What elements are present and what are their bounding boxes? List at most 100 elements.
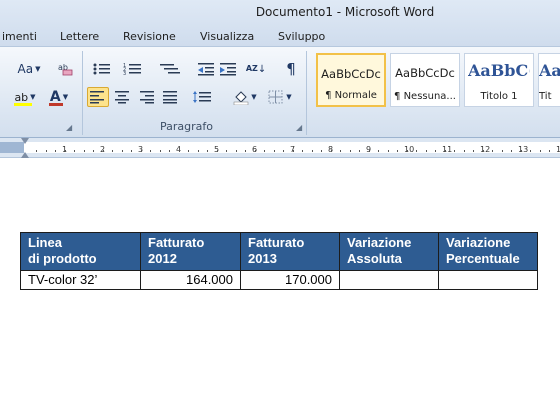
paragraph-group-label: Paragrafo <box>160 120 213 133</box>
header-cell[interactable]: Fatturato 2012 <box>140 232 241 271</box>
pilcrow-icon: ¶ <box>286 60 296 78</box>
tab-visualizza[interactable]: Visualizza <box>200 29 254 46</box>
line-spacing-button[interactable] <box>188 87 218 107</box>
sort-arrow-icon: ↓ <box>257 63 267 75</box>
style-sample: AaB <box>539 61 560 80</box>
ruler-tick <box>473 150 474 152</box>
shading-button[interactable]: ▼ <box>230 87 260 107</box>
change-case-label: Aa <box>17 62 34 76</box>
style-sample: AaBbCcDc <box>395 66 455 80</box>
header-line: Percentuale <box>446 251 520 266</box>
ruler-tick <box>425 150 427 152</box>
ruler-tick <box>511 150 512 152</box>
hanging-indent-marker[interactable] <box>21 152 29 158</box>
style-normale[interactable]: AaBbCcDc ¶ Normale <box>316 53 386 107</box>
font-color-button[interactable]: A ▼ <box>44 87 74 107</box>
numbering-button[interactable]: 123 <box>118 59 148 79</box>
ruler-tick <box>378 150 379 152</box>
table-cell[interactable] <box>339 270 439 290</box>
title-bar: Documento1 - Microsoft Word imenti Lette… <box>0 0 560 46</box>
sort-icon: AZ <box>245 64 258 73</box>
ruler-tick <box>444 150 446 152</box>
align-center-button[interactable] <box>111 87 133 107</box>
header-line: 2012 <box>148 251 177 266</box>
ruler-tick <box>207 150 208 152</box>
ruler-tick <box>74 150 75 152</box>
bullets-button[interactable] <box>88 59 116 79</box>
ruler-tick <box>264 150 265 152</box>
ruler-tick <box>102 150 104 152</box>
ruler-tick <box>549 150 550 152</box>
table-cell[interactable]: 170.000 <box>240 270 340 290</box>
ruler-tick <box>321 150 322 152</box>
show-formatting-button[interactable]: ¶ <box>280 59 302 79</box>
table-header-row: Linea di prodotto Fatturato 2012 Fatturato… <box>20 232 538 271</box>
header-cell[interactable]: Variazione Assoluta <box>339 232 439 271</box>
ruler-tick <box>311 150 313 152</box>
ruler-tick <box>150 150 151 152</box>
ribbon: Aa ▼ ab ab ▼ A ▼ ◢ 123 AZ ↓ ¶ ▼ ▼ Paragr… <box>0 46 560 138</box>
first-line-indent-marker[interactable] <box>21 138 29 144</box>
increase-indent-button[interactable] <box>218 59 238 79</box>
style-titolo-1[interactable]: AaBbC( Titolo 1 <box>464 53 534 107</box>
style-sample: AaBbCcDc <box>321 67 381 81</box>
table-cell[interactable]: TV-color 32’ <box>20 270 141 290</box>
tab-sviluppo[interactable]: Sviluppo <box>278 29 325 46</box>
chevron-down-icon: ▼ <box>62 93 69 101</box>
ruler-tick <box>359 150 360 152</box>
multilevel-list-button[interactable] <box>154 59 188 79</box>
header-line: di prodotto <box>28 251 97 266</box>
header-line: Linea <box>28 235 62 250</box>
style-label: Titolo 1 <box>480 91 518 102</box>
ruler-tick <box>416 150 417 152</box>
highlight-color-button[interactable]: ab ▼ <box>8 87 42 107</box>
ruler-tick <box>140 150 142 152</box>
line-spacing-icon <box>193 91 211 103</box>
header-cell[interactable]: Linea di prodotto <box>20 232 141 271</box>
clear-formatting-icon: ab <box>58 63 73 76</box>
ruler-tick <box>226 150 227 152</box>
decrease-indent-button[interactable] <box>196 59 216 79</box>
style-titolo-2[interactable]: AaB Tit <box>538 53 560 107</box>
ruler-strip: 1234567891011121314 <box>0 142 560 154</box>
header-cell[interactable]: Variazione Percentuale <box>438 232 538 271</box>
ruler-tick <box>406 150 408 152</box>
ruler-tick <box>64 150 66 152</box>
table-cell[interactable]: 164.000 <box>140 270 241 290</box>
group-separator <box>82 51 83 135</box>
change-case-button[interactable]: Aa ▼ <box>14 59 44 79</box>
justify-button[interactable] <box>159 87 181 107</box>
clear-formatting-button[interactable]: ab <box>54 59 76 79</box>
ruler-tick <box>530 150 531 152</box>
ruler-tick <box>197 150 199 152</box>
align-center-icon <box>115 91 129 104</box>
chevron-down-icon: ▼ <box>35 65 41 73</box>
horizontal-ruler[interactable]: 1234567891011121314 <box>0 138 560 158</box>
tab-lettere[interactable]: Lettere <box>60 29 99 46</box>
align-left-button[interactable] <box>87 87 109 107</box>
ruler-tick <box>330 150 332 152</box>
align-right-icon <box>140 91 154 104</box>
style-nessuna-spaziatura[interactable]: AaBbCcDc ¶ Nessuna... <box>390 53 460 107</box>
borders-button[interactable]: ▼ <box>264 87 296 107</box>
paragraph-dialog-launcher-icon[interactable]: ◢ <box>296 123 302 132</box>
tab-riferimenti[interactable]: imenti <box>2 29 37 46</box>
sort-button[interactable]: AZ ↓ <box>246 59 266 79</box>
table-cell[interactable] <box>438 270 538 290</box>
ruler-tick <box>539 150 541 152</box>
ruler-tick <box>169 150 170 152</box>
header-line: Fatturato <box>248 235 305 250</box>
align-right-button[interactable] <box>135 87 157 107</box>
document-page[interactable]: Linea di prodotto Fatturato 2012 Fatturato… <box>0 159 560 400</box>
ruler-tick <box>454 150 455 152</box>
justify-icon <box>163 91 177 104</box>
ruler-tick <box>292 150 294 152</box>
ruler-number: 14 <box>556 145 560 154</box>
font-dialog-launcher-icon[interactable]: ◢ <box>66 123 72 132</box>
tab-revisione[interactable]: Revisione <box>123 29 176 46</box>
style-label: ¶ Nessuna... <box>394 91 456 102</box>
ruler-tick <box>254 150 256 152</box>
header-cell[interactable]: Fatturato 2013 <box>240 232 340 271</box>
ruler-tick <box>55 150 56 152</box>
ruler-tick <box>397 150 398 152</box>
